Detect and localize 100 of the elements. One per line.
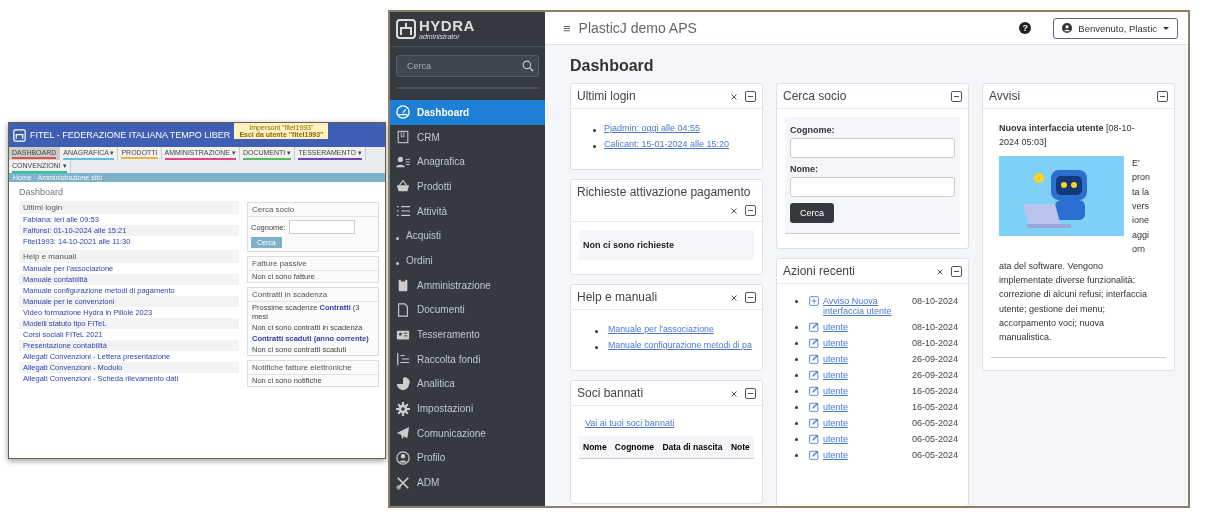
plus-square-icon xyxy=(809,296,819,306)
card-title: Ultimi login xyxy=(23,203,63,212)
close-icon[interactable] xyxy=(731,294,737,301)
menu-toggle[interactable]: ≡ xyxy=(563,20,571,36)
collapse-icon[interactable] xyxy=(1157,91,1168,102)
clipboard-icon xyxy=(396,278,410,293)
login-link[interactable]: Calicant: 15-01-2024 alle 15:20 xyxy=(604,139,730,149)
action-date: 26-09-2024 xyxy=(911,370,958,380)
bullet-icon xyxy=(595,345,598,349)
close-icon[interactable] xyxy=(731,207,737,214)
edit-icon xyxy=(809,386,819,396)
bullet-icon xyxy=(795,406,798,409)
close-icon[interactable] xyxy=(731,390,737,397)
sidebar-item[interactable]: ADM xyxy=(390,470,545,495)
action-link[interactable]: utente xyxy=(823,354,849,364)
bullet-icon xyxy=(795,374,798,377)
user-menu-button[interactable]: Benvenuto, Plastic xyxy=(1053,17,1178,39)
action-link[interactable]: utente xyxy=(823,418,849,428)
sidebar-label: Dashboard xyxy=(417,106,470,118)
indent-list-icon xyxy=(396,352,410,367)
list-icon xyxy=(396,204,410,219)
search-field[interactable]: Cerca xyxy=(396,55,539,77)
banned-members-link[interactable]: Vai ai tuoi soci bannati xyxy=(585,418,675,428)
input-field[interactable] xyxy=(790,177,955,197)
sidebar-label: Acquisti xyxy=(406,230,441,242)
notice-text: E' pronta la versione aggiorn xyxy=(1132,156,1150,257)
sidebar-item[interactable]: Attività xyxy=(390,198,545,224)
collapse-icon[interactable] xyxy=(745,91,756,102)
sidebar-item[interactable]: Profilo xyxy=(390,445,545,471)
manual-link[interactable]: Manuale per l'associazione xyxy=(608,324,714,334)
card-title: Notifiche fatture elettroniche xyxy=(252,363,352,372)
gauge-icon xyxy=(396,105,410,120)
action-link[interactable]: utente xyxy=(823,370,849,380)
sidebar-item[interactable]: Comunicazione xyxy=(390,420,545,446)
action-date: 06-05-2024 xyxy=(911,450,958,460)
collapse-icon[interactable] xyxy=(951,266,962,277)
sidebar-item[interactable]: Ordini xyxy=(390,248,545,273)
paper-plane-icon xyxy=(396,426,410,441)
action-date: 06-05-2024 xyxy=(911,418,958,428)
sidebar-item[interactable]: Raccolta fondi xyxy=(390,346,545,372)
login-link[interactable]: Pjadmin: oggi alle 04:55 xyxy=(604,123,701,133)
action-link[interactable]: utente xyxy=(823,434,849,444)
action-link[interactable]: Avviso Nuova interfaccia utente xyxy=(823,296,908,316)
sidebar-item[interactable]: Acquisti xyxy=(390,223,545,249)
sidebar-item[interactable]: Prodotti xyxy=(390,174,545,199)
search-button[interactable]: Cerca xyxy=(790,203,834,223)
sidebar-label: Profilo xyxy=(417,452,446,464)
user-circle-icon xyxy=(1062,23,1073,33)
collapse-icon[interactable] xyxy=(745,205,756,216)
bullet-icon xyxy=(795,390,798,393)
tools-icon xyxy=(396,475,410,490)
user-circle-icon xyxy=(396,450,410,465)
collapse-icon[interactable] xyxy=(745,292,756,303)
collapse-icon[interactable] xyxy=(951,91,962,102)
sidebar-item[interactable]: Analitica xyxy=(390,371,545,397)
column-header: Cognome xyxy=(610,436,659,459)
people-icon xyxy=(396,154,410,169)
card-title: Cerca socio xyxy=(252,205,295,214)
input-field[interactable] xyxy=(790,138,955,158)
bullet-icon xyxy=(795,438,798,441)
edit-icon xyxy=(809,338,819,348)
caret-icon xyxy=(1163,26,1169,30)
sidebar-label: Anagrafica xyxy=(417,156,465,168)
help-button[interactable]: ? xyxy=(1019,22,1032,34)
card-title: Help e manuali xyxy=(577,290,659,304)
collapse-icon[interactable] xyxy=(745,388,756,399)
close-icon[interactable] xyxy=(937,268,943,275)
action-link[interactable]: utente xyxy=(823,386,849,396)
action-link[interactable]: utente xyxy=(823,338,849,348)
edit-icon xyxy=(809,354,819,364)
sidebar-label: Prodotti xyxy=(417,180,452,192)
sidebar-item[interactable]: CRM xyxy=(390,124,545,150)
field-label: Cognome: xyxy=(790,125,836,135)
sidebar-item[interactable]: Impostazioni xyxy=(390,396,545,421)
column-header: Note xyxy=(726,436,754,459)
page-title: Dashboard xyxy=(570,57,655,75)
action-link[interactable]: utente xyxy=(823,402,849,412)
sidebar-item[interactable]: Dashboard xyxy=(390,100,545,125)
logo-icon xyxy=(396,19,416,39)
card-title: Azioni recenti xyxy=(783,264,857,278)
action-date: 26-09-2024 xyxy=(911,354,958,364)
bullet-icon xyxy=(795,326,798,329)
sidebar-label: CRM xyxy=(417,131,440,143)
sidebar-item[interactable]: Documenti xyxy=(390,297,545,323)
close-icon[interactable] xyxy=(731,93,737,100)
bullet-icon xyxy=(795,358,798,361)
sidebar-label: Tesseramento xyxy=(417,329,480,341)
pie-chart-icon xyxy=(396,376,410,391)
edit-icon xyxy=(809,450,819,460)
edit-icon xyxy=(809,402,819,412)
card-title: Help e manuali xyxy=(23,252,77,261)
manual-link[interactable]: Manuale configurazione metodi di pa xyxy=(608,340,752,350)
card-title: Richieste attivazione pagamento xyxy=(577,185,752,199)
action-link[interactable]: utente xyxy=(823,450,849,460)
input-field[interactable] xyxy=(288,220,355,234)
sidebar-item[interactable]: Anagrafica xyxy=(390,149,545,175)
action-link[interactable]: utente xyxy=(823,322,849,332)
sidebar-item[interactable]: Amministrazione xyxy=(390,272,545,298)
app-title: FITEL - FEDERAZIONE ITALIANA TEMPO LIBER xyxy=(30,130,231,140)
sidebar-item[interactable]: Tesseramento xyxy=(390,322,545,347)
